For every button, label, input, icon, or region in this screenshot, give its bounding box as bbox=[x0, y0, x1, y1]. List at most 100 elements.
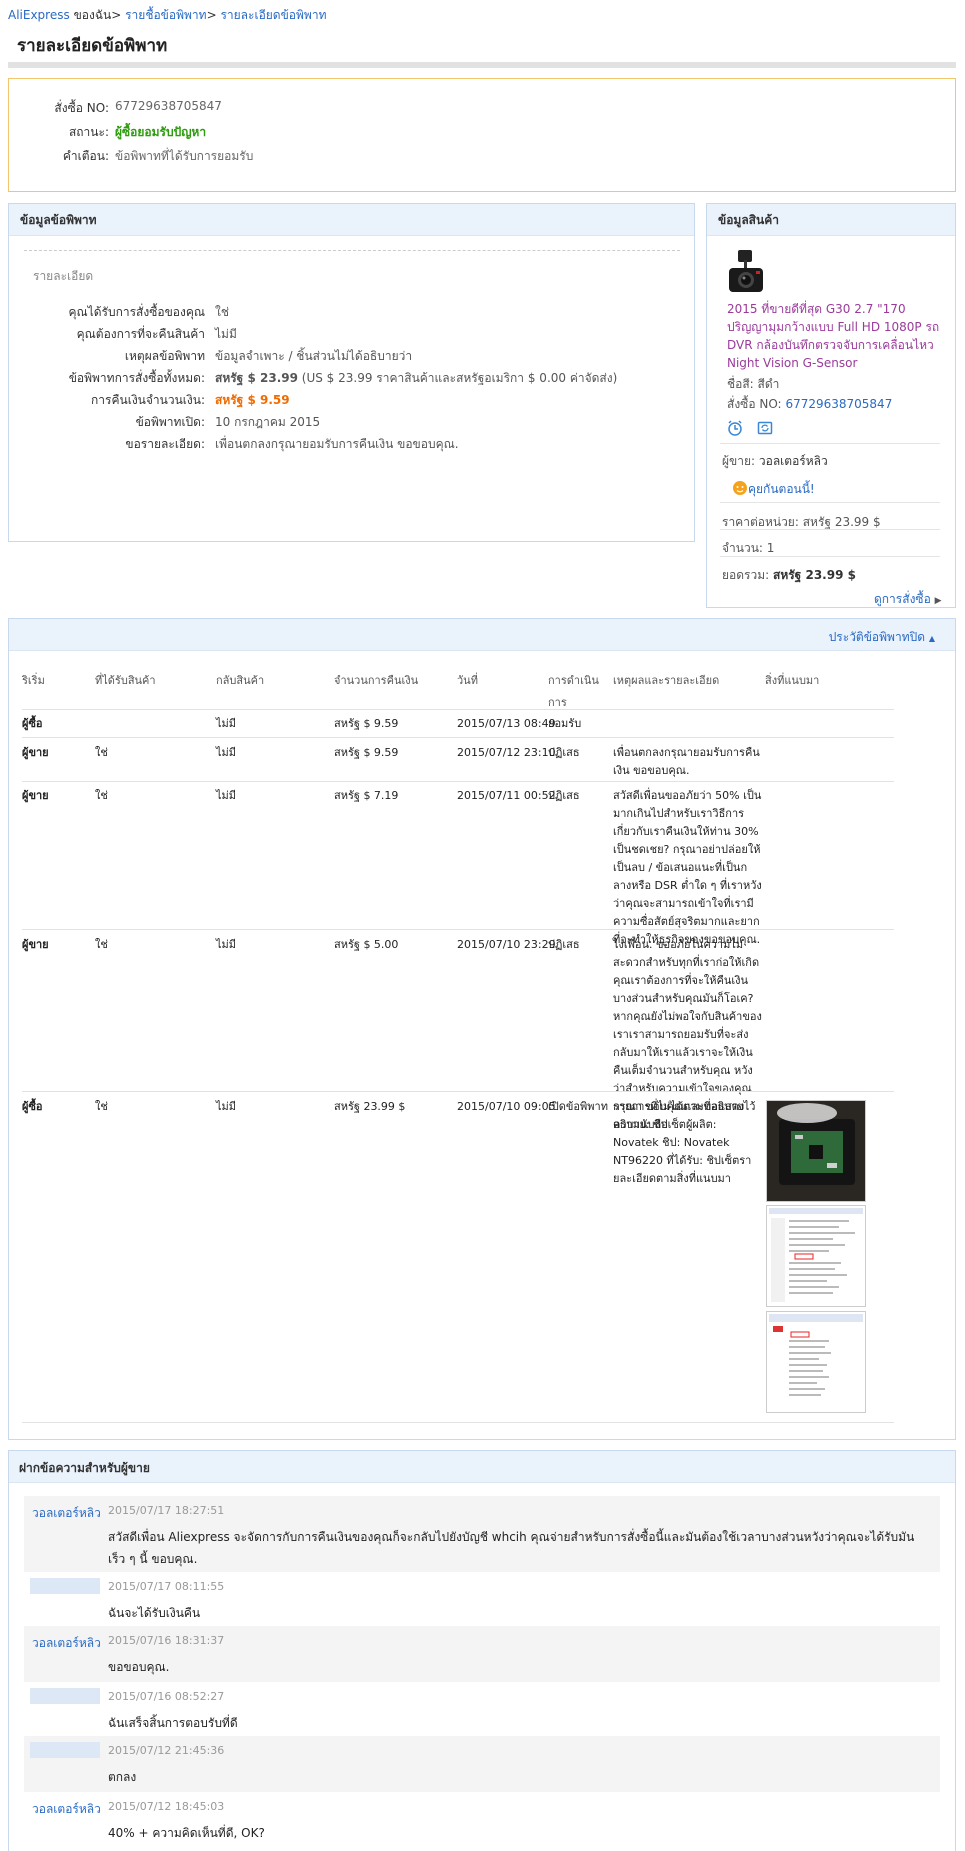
quantity-label: จำนวน: bbox=[722, 541, 763, 555]
unit-price-value: สหรัฐ 23.99 $ bbox=[802, 515, 881, 529]
product-info-title: ข้อมูลสินค้า bbox=[707, 204, 955, 236]
message-author-link[interactable]: วอลเตอร์หลิว bbox=[32, 1504, 101, 1523]
dispute-row-label: คุณได้รับการสั่งซื้อของคุณ bbox=[68, 305, 205, 319]
history-toggle-label: ประวัติข้อพิพาทปิด bbox=[828, 630, 926, 644]
history-initiator: ผู้ซื้อ bbox=[22, 1100, 43, 1113]
history-toggle-link[interactable]: ประวัติข้อพิพาทปิด ▲ bbox=[829, 628, 935, 647]
message-author-link[interactable]: วอลเตอร์หลิว bbox=[32, 1800, 101, 1819]
message-item: วอลเตอร์หลิว 2015/07/12 18:45:03 40% + ค… bbox=[24, 1792, 940, 1848]
message-author-link[interactable]: วอลเตอร์หลิว bbox=[32, 1634, 101, 1653]
history-returned: ไม่มี bbox=[216, 1100, 237, 1113]
history-col-amount: จำนวนการคืนเงิน bbox=[334, 674, 419, 687]
history-amount: สหรัฐ $ 5.00 bbox=[334, 938, 399, 951]
dispute-row-label: เหตุผลข้อพิพาท bbox=[124, 349, 205, 363]
history-divider bbox=[22, 1091, 894, 1092]
chevron-up-icon: ▲ bbox=[928, 634, 935, 643]
history-divider bbox=[22, 781, 894, 782]
order-summary-box: สั่งซื้อ NO: 67729638705847 สถานะ: ผู้ซื… bbox=[8, 78, 956, 192]
dispute-row-value: ข้อมูลจำเพาะ / ชิ้นส่วนไม่ได้อธิบายว่า bbox=[215, 349, 413, 363]
history-action: ปฏิเสธ bbox=[548, 789, 580, 802]
warning-value: ข้อพิพาทที่ได้รับการยอมรับ bbox=[115, 149, 254, 163]
history-col-initiator: ริเริ่ม bbox=[22, 674, 45, 687]
product-divider bbox=[720, 443, 940, 444]
title-divider bbox=[8, 62, 956, 68]
history-date: 2015/07/12 23:10 bbox=[457, 746, 556, 759]
history-returned: ไม่มี bbox=[216, 938, 237, 951]
history-amount: สหรัฐ $ 9.59 bbox=[334, 717, 399, 730]
refresh-icon[interactable] bbox=[757, 420, 773, 439]
history-action: ปฏิเสธ bbox=[548, 746, 580, 759]
history-date: 2015/07/10 09:05 bbox=[457, 1100, 556, 1113]
history-divider bbox=[22, 737, 894, 738]
seller-info: ผู้ขาย: วอลเตอร์หลิว bbox=[722, 452, 828, 471]
message-time: 2015/07/16 18:31:37 bbox=[108, 1634, 225, 1647]
dispute-row-value: 10 กรกฎาคม 2015 bbox=[215, 415, 321, 429]
seller-name: วอลเตอร์หลิว bbox=[758, 454, 828, 468]
history-col-action: การดำเนิน การ bbox=[548, 674, 599, 709]
message-text: 40% + ความคิดเห็นที่ดี, OK? bbox=[108, 1826, 265, 1840]
message-text: สวัสดีเพื่อน Aliexpress จะจัดการกับการคื… bbox=[108, 1530, 915, 1566]
attachment-screenshot-3[interactable] bbox=[766, 1311, 866, 1413]
product-name-link[interactable]: 2015 ที่ขายดีที่สุด G30 2.7 "170 ปริญญาม… bbox=[727, 300, 942, 372]
message-text: ตกลง bbox=[108, 1770, 137, 1784]
breadcrumb-mine: ของฉัน bbox=[73, 8, 112, 22]
history-action: ปฏิเสธ bbox=[548, 938, 580, 951]
status-value: ผู้ซื้อยอมรับปัญหา bbox=[115, 125, 207, 139]
message-item: 2015/07/17 08:11:55 ฉันจะได้รับเงินคืน bbox=[24, 1572, 940, 1626]
messages-header: ฝากข้อความสำหรับผู้ขาย bbox=[9, 1451, 955, 1483]
message-text: ฉันเสร็จสิ้นการตอบรับที่ดี bbox=[108, 1716, 238, 1730]
product-divider bbox=[720, 556, 940, 557]
history-returned: ไม่มี bbox=[216, 789, 237, 802]
message-item: วอลเตอร์หลิว 2015/07/17 18:27:51 สวัสดีเ… bbox=[24, 1496, 940, 1572]
message-time: 2015/07/12 21:45:36 bbox=[108, 1744, 225, 1757]
redacted-avatar bbox=[30, 1578, 100, 1594]
breadcrumb-home-link[interactable]: AliExpress bbox=[8, 8, 70, 22]
clock-icon[interactable] bbox=[727, 420, 743, 439]
history-initiator: ผู้ขาย bbox=[22, 746, 49, 759]
product-order-link[interactable]: 67729638705847 bbox=[785, 397, 892, 411]
redacted-avatar bbox=[30, 1688, 100, 1704]
attachment-screenshot-2[interactable] bbox=[766, 1205, 866, 1307]
product-action-icons bbox=[727, 420, 773, 439]
history-reason: รายการที่ไม่ได้ตามที่อธิบายไว้ อธิบาย: ช… bbox=[613, 1100, 756, 1185]
history-returned: ไม่มี bbox=[216, 746, 237, 759]
message-text: ขอขอบคุณ. bbox=[108, 1660, 170, 1674]
page-title: รายละเอียดข้อพิพาท bbox=[17, 36, 168, 56]
dispute-info-panel: ข้อมูลข้อพิพาท คุณได้รับการสั่งซื้อของคุ… bbox=[8, 203, 695, 542]
history-initiator: ผู้ซื้อ bbox=[22, 717, 43, 730]
messages-title: ฝากข้อความสำหรับผู้ขาย bbox=[19, 1461, 150, 1475]
seller-label: ผู้ขาย: bbox=[722, 454, 756, 468]
message-time: 2015/07/17 08:11:55 bbox=[108, 1580, 225, 1593]
history-amount: สหรัฐ $ 7.19 bbox=[334, 789, 399, 802]
breadcrumb-current-link[interactable]: รายละเอียดข้อพิพาท bbox=[220, 8, 326, 22]
history-received: ใช่ bbox=[95, 938, 108, 951]
product-thumbnail[interactable] bbox=[726, 248, 766, 298]
breadcrumb-separator: > bbox=[111, 8, 122, 22]
total-label: ยอดรวม: bbox=[722, 568, 770, 582]
history-action: เปิดข้อพิพาท bbox=[548, 1100, 608, 1113]
history-reason: สวัสดีเพื่อนขออภัยว่า 50% เป็นมากเกินไปส… bbox=[613, 789, 762, 946]
history-date: 2015/07/10 23:29 bbox=[457, 938, 556, 951]
attachment-photo-1[interactable] bbox=[766, 1100, 866, 1202]
breadcrumb: AliExpress ของฉัน> รายชื้อข้อพิพาท> รายล… bbox=[8, 6, 326, 25]
history-date: 2015/07/13 08:49 bbox=[457, 717, 556, 730]
history-col-returned: กลับสินค้า bbox=[216, 674, 265, 687]
view-order-link[interactable]: ดูการสั่งซื้อ ▶ bbox=[874, 590, 942, 609]
history-date: 2015/07/11 00:52 bbox=[457, 789, 556, 802]
detail-heading: รายละเอียด bbox=[33, 269, 94, 283]
message-time: 2015/07/12 18:45:03 bbox=[108, 1800, 225, 1813]
chat-now-link[interactable]: คุยกันตอนนี้! bbox=[732, 480, 815, 499]
history-col-date: วันที่ bbox=[457, 674, 478, 687]
dispute-row-value: ใช่ bbox=[215, 305, 230, 319]
breadcrumb-orders-link[interactable]: รายชื้อข้อพิพาท bbox=[125, 8, 206, 22]
dispute-row-label: ข้อพิพาทเปิด: bbox=[135, 415, 205, 429]
dispute-row-label: คุณต้องการที่จะคืนสินค้า bbox=[76, 327, 205, 341]
message-text: ฉันจะได้รับเงินคืน bbox=[108, 1606, 201, 1620]
product-color-value: สีดำ bbox=[757, 377, 780, 391]
history-col-reason: เหตุผลและรายละเอียด bbox=[613, 674, 720, 687]
history-divider bbox=[22, 929, 894, 930]
product-color-label: ชื่อสี: bbox=[727, 377, 754, 391]
history-amount: สหรัฐ $ 9.59 bbox=[334, 746, 399, 759]
chat-icon bbox=[732, 480, 748, 499]
dispute-row-label: ขอรายละเอียด: bbox=[125, 437, 205, 451]
